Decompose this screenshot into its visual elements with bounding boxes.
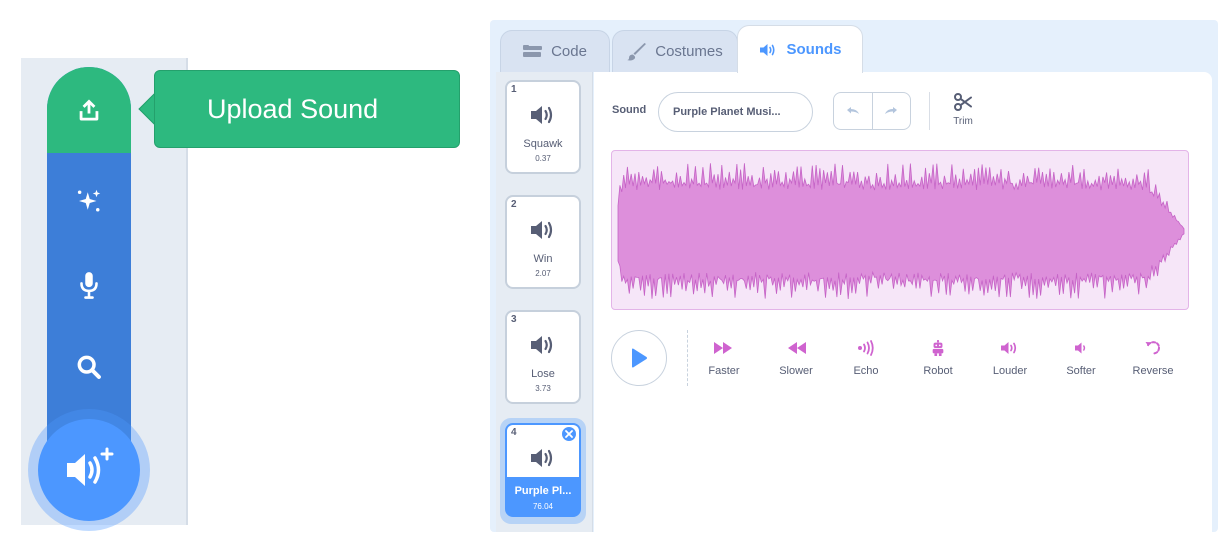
louder-icon [1001, 342, 1017, 354]
effect-robot-button[interactable]: Robot [908, 340, 968, 384]
effect-label: Echo [853, 365, 879, 377]
code-icon [523, 44, 543, 57]
sound-name-input[interactable] [658, 92, 813, 132]
tile-duration: 3.73 [535, 384, 551, 393]
speaker-icon [531, 221, 553, 239]
speaker-icon [531, 106, 553, 124]
record-button[interactable] [47, 243, 131, 327]
toolbar-divider [929, 92, 930, 130]
tile-duration: 76.04 [532, 502, 554, 511]
search-icon [77, 355, 101, 379]
effect-slower-button[interactable]: Slower [766, 340, 826, 384]
choose-sound-button[interactable] [47, 325, 131, 409]
play-icon [632, 348, 647, 368]
redo-icon [885, 107, 898, 114]
tile-name: Lose [531, 368, 555, 380]
tile-duration: 2.07 [535, 269, 551, 278]
upload-icon [79, 99, 99, 121]
speaker-icon [759, 43, 775, 56]
microphone-icon [80, 272, 98, 299]
redo-button[interactable] [873, 93, 911, 129]
add-sound-button[interactable] [38, 419, 140, 521]
tile-name: Win [533, 253, 553, 265]
active-tab-joiner [738, 70, 862, 76]
softer-icon [1075, 342, 1086, 354]
tab-code-label: Code [551, 43, 587, 60]
surprise-button[interactable] [47, 159, 131, 243]
sound-tile-win[interactable]: 2 Win 2.07 [505, 195, 581, 289]
tile-number: 1 [511, 84, 517, 95]
effect-softer-button[interactable]: Softer [1051, 340, 1111, 384]
tile-number: 4 [511, 427, 517, 438]
effect-label: Reverse [1132, 365, 1174, 377]
waveform-display[interactable] [611, 150, 1189, 310]
effect-louder-button[interactable]: Louder [980, 340, 1040, 384]
tab-sounds[interactable]: Sounds [737, 25, 863, 73]
upload-sound-tooltip: Upload Sound [154, 70, 460, 148]
trim-button[interactable]: Trim [945, 92, 981, 132]
play-button[interactable] [611, 330, 667, 386]
reverse-icon [1145, 341, 1161, 355]
undo-redo-group [833, 92, 911, 130]
waveform-path [617, 163, 1185, 300]
speaker-icon [531, 336, 553, 354]
scissors-icon [954, 93, 972, 111]
sparkle-icon [77, 189, 101, 212]
effect-echo-button[interactable]: Echo [836, 340, 896, 384]
effect-label: Softer [1066, 365, 1096, 377]
speaker-icon [531, 449, 553, 467]
add-sound-icon [67, 447, 114, 486]
tile-name: Squawk [523, 138, 563, 150]
echo-icon [858, 340, 874, 356]
effect-label: Faster [708, 365, 740, 377]
tab-costumes-label: Costumes [655, 43, 723, 60]
robot-icon [932, 340, 944, 356]
waveform [617, 163, 1185, 300]
effects-divider [687, 330, 688, 386]
undo-icon [846, 107, 859, 114]
effect-label: Slower [779, 365, 813, 377]
delete-sound-button[interactable] [560, 425, 578, 443]
close-icon [565, 430, 573, 438]
trim-label: Trim [953, 116, 973, 127]
tile-number: 2 [511, 199, 517, 210]
tile-number: 3 [511, 314, 517, 325]
slower-icon [788, 342, 806, 354]
tab-code[interactable]: Code [500, 30, 610, 72]
sound-tile-squawk[interactable]: 1 Squawk 0.37 [505, 80, 581, 174]
sound-tile-lose[interactable]: 3 Lose 3.73 [505, 310, 581, 404]
undo-button[interactable] [834, 93, 873, 129]
choose-sound-menu [47, 67, 131, 467]
tooltip-text: Upload Sound [207, 93, 379, 124]
sound-name-label: Sound [612, 104, 647, 116]
tile-duration: 0.37 [535, 154, 551, 163]
upload-sound-button[interactable] [47, 67, 131, 153]
effect-reverse-button[interactable]: Reverse [1123, 340, 1183, 384]
brush-icon [627, 42, 647, 60]
tab-costumes[interactable]: Costumes [612, 30, 738, 72]
effect-label: Louder [992, 365, 1028, 377]
tile-name: Purple Pl... [514, 485, 572, 497]
tab-sounds-label: Sounds [786, 41, 842, 58]
effect-label: Robot [923, 365, 953, 377]
effect-faster-button[interactable]: Faster [694, 340, 754, 384]
faster-icon [714, 342, 732, 354]
